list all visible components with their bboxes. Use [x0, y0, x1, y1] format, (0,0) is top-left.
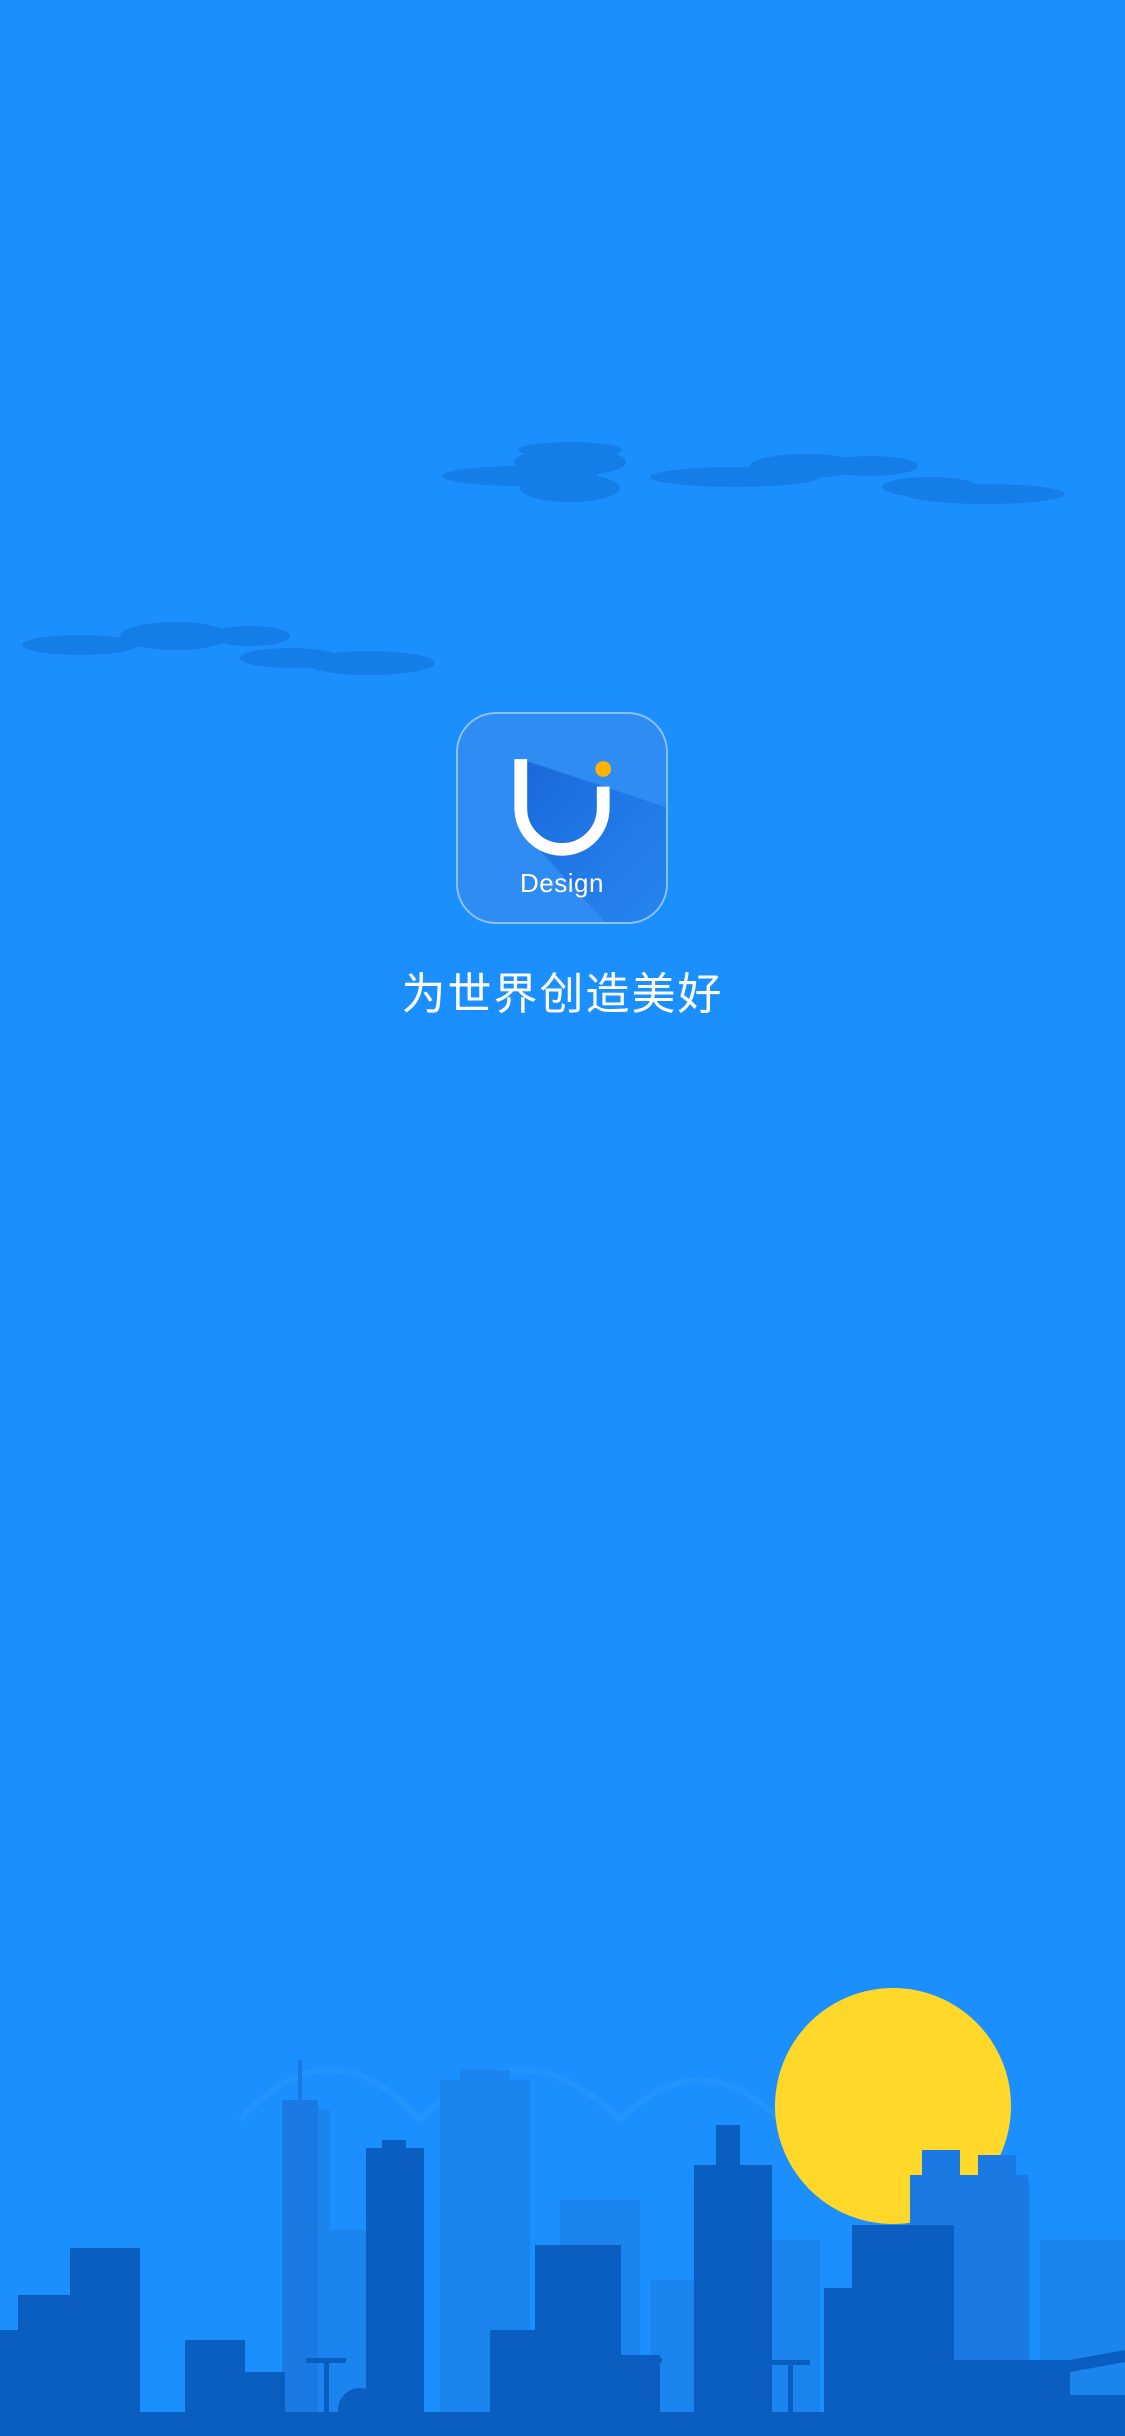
app-icon-label: Design: [520, 868, 604, 898]
clouds-decoration: [22, 442, 1065, 675]
u-design-logo-icon: Design: [456, 712, 668, 924]
city-skyline-illustration: [0, 1988, 1125, 2436]
splash-screen: Design 为世界创造美好: [0, 0, 1125, 2436]
tagline: 为世界创造美好: [401, 969, 724, 1020]
